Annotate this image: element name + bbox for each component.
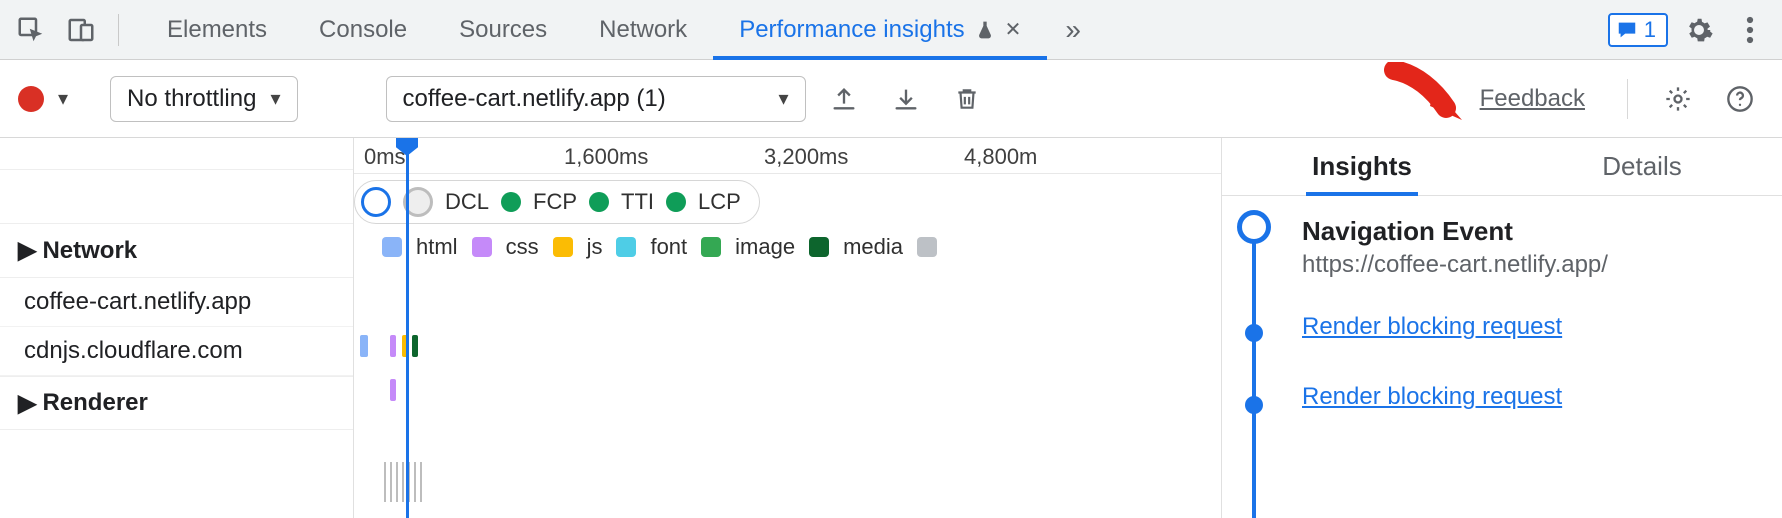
legend-swatch-icon (382, 237, 402, 257)
legend-swatch-icon (472, 237, 492, 257)
network-section-toggle[interactable]: ▶ Network (0, 224, 353, 278)
ruler-tick: 3,200ms (764, 144, 848, 170)
section-label: Network (42, 237, 137, 265)
legend-label: html (416, 234, 458, 260)
close-tab-icon[interactable]: ✕ (1005, 17, 1022, 42)
legend-swatch-icon (553, 237, 573, 257)
playhead-marker[interactable] (406, 138, 409, 518)
tab-network[interactable]: Network (573, 0, 713, 59)
legend-swatch-icon (917, 237, 937, 257)
device-toggle-icon[interactable] (66, 15, 96, 45)
chevron-down-icon: ▾ (270, 86, 280, 111)
section-label: Renderer (42, 389, 147, 417)
export-icon[interactable] (820, 85, 868, 113)
recording-select[interactable]: coffee-cart.netlify.app (1) ▾ (386, 76, 806, 122)
message-icon (1616, 19, 1638, 41)
import-icon[interactable] (882, 85, 930, 113)
metrics-pill[interactable]: DCL FCP TTI LCP (354, 180, 760, 224)
tab-performance-insights[interactable]: Performance insights ✕ (713, 0, 1047, 59)
metric-label: DCL (445, 189, 489, 215)
timeline-node-icon (1245, 396, 1263, 414)
record-button[interactable] (18, 86, 44, 112)
triangle-right-icon: ▶ (18, 236, 36, 265)
tab-label: Sources (459, 16, 547, 44)
request-bar[interactable] (390, 335, 396, 357)
metric-label: FCP (533, 189, 577, 215)
feedback-link[interactable]: Feedback (1480, 85, 1585, 113)
status-dot-icon (589, 192, 609, 212)
record-menu-chevron-icon[interactable]: ▾ (58, 86, 68, 111)
legend-label: css (506, 234, 539, 260)
insights-tab[interactable]: Insights (1222, 138, 1502, 195)
tab-label: Console (319, 16, 407, 44)
details-tab[interactable]: Details (1502, 138, 1782, 195)
network-host-row[interactable]: coffee-cart.netlify.app (0, 278, 353, 327)
experiment-flask-icon (975, 19, 995, 41)
delete-icon[interactable] (944, 85, 990, 113)
insight-link[interactable]: Render blocking request (1302, 313, 1764, 341)
legend-label: image (735, 234, 795, 260)
network-host-row[interactable]: cdnjs.cloudflare.com (0, 327, 353, 376)
chevron-down-icon: ▾ (778, 86, 788, 111)
metric-label: TTI (621, 189, 654, 215)
tabs-overflow-icon[interactable]: » (1047, 14, 1099, 46)
insight-link[interactable]: Render blocking request (1302, 383, 1764, 411)
legend-swatch-icon (616, 237, 636, 257)
settings-gear-icon[interactable] (1668, 15, 1730, 45)
insights-panel: Insights Details Navigation Event https:… (1222, 138, 1782, 518)
request-bar[interactable] (390, 379, 396, 401)
status-dot-icon (501, 192, 521, 212)
annotation-arrow-icon (1376, 62, 1466, 136)
devtools-tabs: Elements Console Sources Network Perform… (141, 0, 1047, 59)
tab-label: Performance insights (739, 16, 964, 44)
throttling-value: No throttling (127, 85, 256, 113)
legend-label: media (843, 234, 903, 260)
time-ruler[interactable]: 0ms 1,600ms 3,200ms 4,800m (354, 138, 1221, 174)
tab-label: Network (599, 16, 687, 44)
metric-ring-icon (361, 187, 391, 217)
timeline-node-icon (1237, 210, 1271, 244)
inspect-element-icon[interactable] (16, 15, 46, 45)
help-icon[interactable] (1716, 85, 1764, 113)
panel-settings-gear-icon[interactable] (1654, 85, 1702, 113)
left-sections-panel: ▶ Network coffee-cart.netlify.app cdnjs.… (0, 138, 354, 518)
throttling-select[interactable]: No throttling ▾ (110, 76, 297, 122)
status-dot-icon (666, 192, 686, 212)
renderer-section-toggle[interactable]: ▶ Renderer (0, 376, 353, 430)
ruler-tick: 4,800m (964, 144, 1037, 170)
request-bar[interactable] (360, 335, 368, 357)
timeline-panel[interactable]: 0ms 1,600ms 3,200ms 4,800m DCL FCP TTI L… (354, 138, 1222, 518)
divider (1627, 79, 1628, 119)
tab-elements[interactable]: Elements (141, 0, 293, 59)
triangle-right-icon: ▶ (18, 389, 36, 418)
legend-label: js (587, 234, 603, 260)
issues-count: 1 (1644, 17, 1656, 43)
more-menu-icon[interactable] (1730, 15, 1770, 45)
legend-label: font (650, 234, 687, 260)
timeline-node-icon (1245, 324, 1263, 342)
navigation-event-title: Navigation Event (1302, 206, 1764, 247)
network-lane[interactable] (354, 368, 1221, 412)
legend-swatch-icon (809, 237, 829, 257)
tab-label: Insights (1312, 151, 1412, 182)
ruler-tick: 1,600ms (564, 144, 648, 170)
tab-label: Elements (167, 16, 267, 44)
navigation-event-url: https://coffee-cart.netlify.app/ (1302, 251, 1764, 279)
metric-label: LCP (698, 189, 741, 215)
tab-console[interactable]: Console (293, 0, 433, 59)
resource-legend: html css js font image media (382, 234, 937, 260)
divider (118, 14, 119, 46)
renderer-activity (384, 462, 424, 502)
tab-sources[interactable]: Sources (433, 0, 573, 59)
tab-label: Details (1602, 151, 1681, 182)
insights-timeline-line (1252, 240, 1256, 518)
legend-swatch-icon (701, 237, 721, 257)
network-lane[interactable] (354, 324, 1221, 368)
request-bar[interactable] (412, 335, 418, 357)
recording-value: coffee-cart.netlify.app (1) (403, 85, 666, 113)
issues-badge[interactable]: 1 (1608, 13, 1668, 47)
